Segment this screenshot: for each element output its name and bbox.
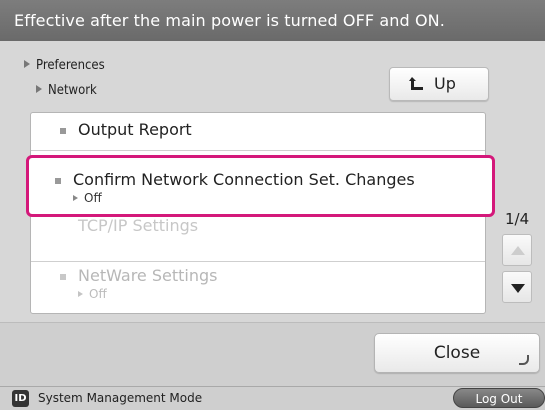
list-item-value: Off	[73, 191, 492, 205]
triangle-right-icon	[73, 195, 78, 201]
notice-message: Effective after the main power is turned…	[14, 11, 445, 30]
confirm-value: Off	[84, 191, 102, 205]
logout-button-label: Log Out	[475, 392, 523, 406]
scroll-down-button[interactable]	[502, 271, 532, 303]
scroll-up-button[interactable]	[502, 234, 532, 266]
bullet-square-icon	[60, 128, 66, 134]
selected-item-highlight[interactable]: Confirm Network Connection Set. Changes …	[26, 155, 495, 217]
list-item-label: NetWare Settings	[78, 266, 218, 285]
close-button-label: Close	[433, 343, 481, 363]
list-item-label: TCP/IP Settings	[78, 216, 199, 235]
list-item-label: Confirm Network Connection Set. Changes	[73, 170, 415, 189]
netware-value: Off	[89, 287, 107, 301]
bullet-square-icon	[55, 178, 61, 184]
list-item-output-report[interactable]: Output Report	[30, 120, 486, 139]
list-item-confirm-network-connection[interactable]: Confirm Network Connection Set. Changes …	[29, 170, 492, 205]
page-indicator: 1/4	[505, 210, 530, 228]
list-divider	[31, 261, 485, 262]
breadcrumb-level2: Network	[36, 83, 97, 98]
up-arrow-icon	[409, 77, 423, 90]
up-button-label: Up	[434, 74, 456, 93]
triangle-right-icon	[78, 291, 83, 297]
triangle-right-icon	[36, 85, 42, 93]
status-mode-text: System Management Mode	[38, 391, 203, 405]
close-button[interactable]: Close	[374, 333, 540, 373]
logout-button[interactable]: Log Out	[453, 388, 545, 408]
breadcrumb-level2-label: Network	[48, 83, 97, 98]
breadcrumb-level1: Preferences	[24, 58, 105, 73]
printer-screen: Effective after the main power is turned…	[0, 0, 545, 410]
list-divider	[31, 150, 485, 151]
triangle-right-icon	[24, 60, 30, 68]
arrow-up-icon	[511, 246, 525, 255]
list-item-netware-settings[interactable]: NetWare Settings Off	[30, 266, 486, 301]
bullet-square-icon	[60, 274, 66, 280]
arrow-down-icon	[511, 284, 525, 293]
enter-corner-icon	[519, 355, 529, 365]
breadcrumb-level1-label: Preferences	[36, 58, 105, 73]
notice-header: Effective after the main power is turned…	[0, 0, 545, 41]
list-item-tcpip-settings[interactable]: TCP/IP Settings	[30, 216, 486, 235]
list-item-label: Output Report	[78, 120, 192, 139]
id-icon: ID	[12, 390, 29, 407]
up-button[interactable]: Up	[389, 67, 489, 101]
list-item-value: Off	[78, 287, 486, 301]
